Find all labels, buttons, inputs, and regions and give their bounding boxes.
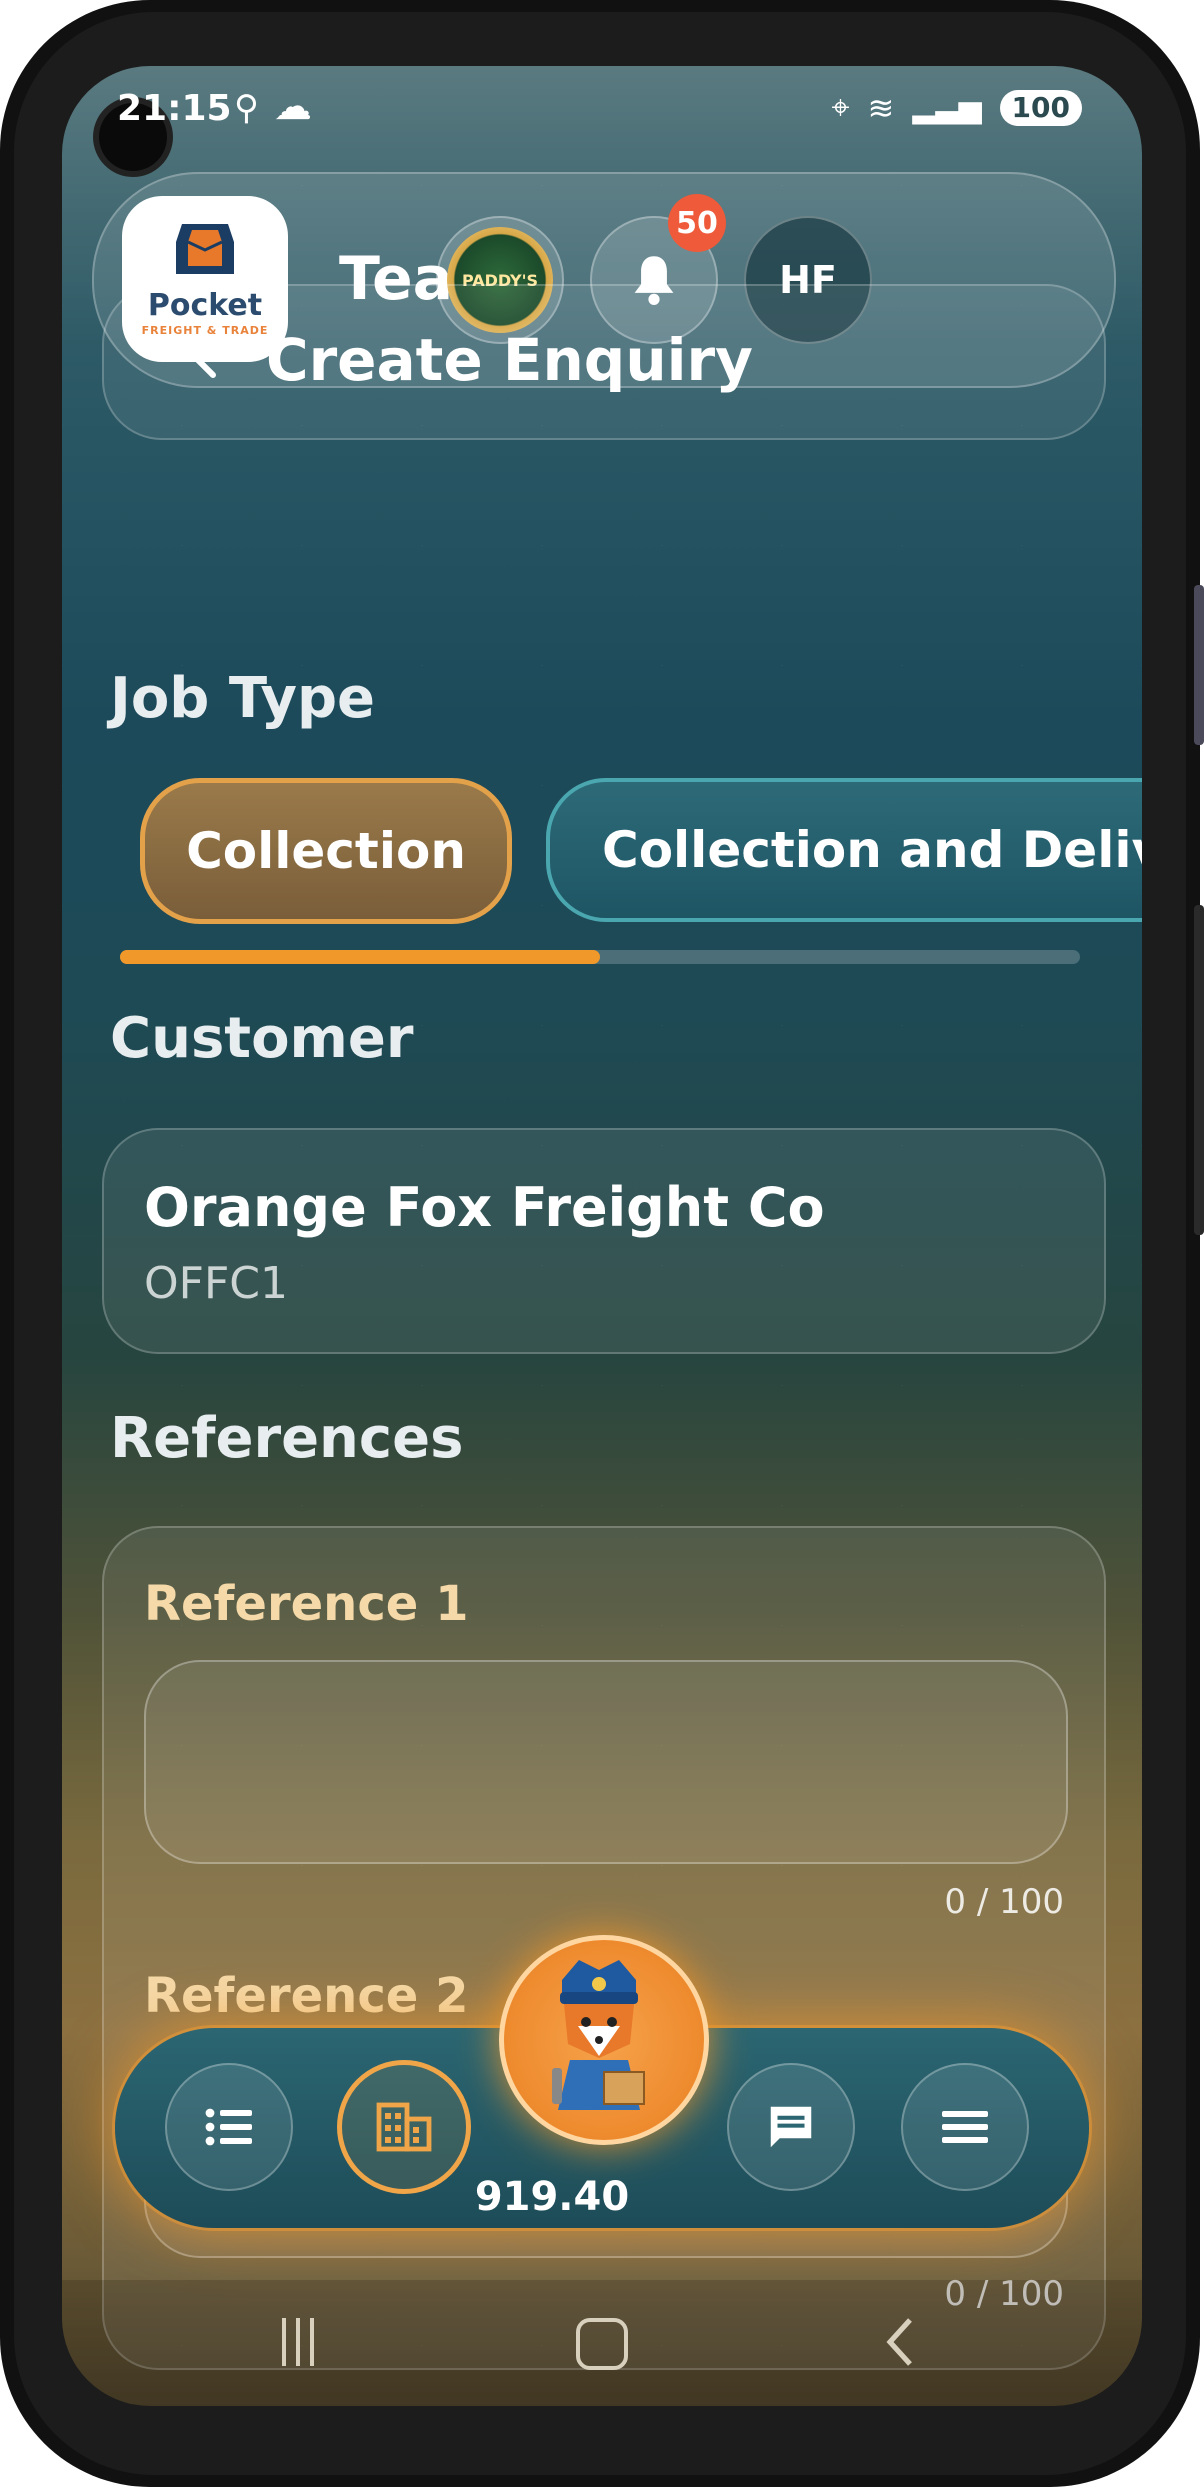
- building-icon: [376, 2102, 432, 2152]
- chat-icon: [770, 2106, 812, 2148]
- nav-building-button[interactable]: [337, 2060, 471, 2194]
- chevron-left-icon: [194, 344, 216, 378]
- battery-indicator: 100: [999, 89, 1082, 126]
- customer-card[interactable]: Orange Fox Freight Co OFFC1: [102, 1128, 1106, 1354]
- page-title: Create Enquiry: [266, 326, 753, 394]
- usb-icon: ⚲: [234, 88, 259, 128]
- list-icon: [205, 2108, 252, 2146]
- fox-mascot-avatar[interactable]: [499, 1935, 709, 2145]
- reference-2-label: Reference 2: [144, 1968, 469, 2024]
- customer-label: Customer: [110, 1006, 414, 1071]
- nav-menu-button[interactable]: [901, 2063, 1029, 2191]
- back-nav-icon[interactable]: [882, 2314, 918, 2370]
- location-icon: ⌖: [831, 88, 850, 126]
- system-navigation-bar: [62, 2266, 1142, 2406]
- chip-label: Collection: [186, 822, 466, 880]
- screen: 21:15 ⚲ ☁ ⌖ ≋ ▂▃▅ 100 Pocket FREIGHT & T…: [62, 66, 1142, 2406]
- reference-1-input[interactable]: [144, 1660, 1068, 1864]
- reference-1-counter: 0 / 100: [944, 1882, 1064, 1922]
- side-button-volume: [1194, 585, 1204, 745]
- menu-icon: [942, 2111, 988, 2143]
- balance-amount: 919.40: [474, 2174, 630, 2220]
- status-bar: 21:15 ⚲ ☁ ⌖ ≋ ▂▃▅ 100: [62, 66, 1142, 171]
- wifi-icon: ≋: [867, 88, 895, 127]
- references-label: References: [110, 1406, 464, 1471]
- customer-name: Orange Fox Freight Co: [144, 1176, 825, 1239]
- home-icon[interactable]: [576, 2318, 628, 2370]
- page-title-bar: Create Enquiry: [102, 284, 1106, 440]
- job-type-option-collection[interactable]: Collection: [140, 778, 512, 924]
- customer-code: OFFC1: [144, 1258, 288, 1309]
- recent-apps-icon[interactable]: [268, 2318, 328, 2368]
- phone-frame: 21:15 ⚲ ☁ ⌖ ≋ ▂▃▅ 100 Pocket FREIGHT & T…: [0, 0, 1204, 2487]
- notification-count-badge: 50: [668, 194, 726, 252]
- nav-chat-button[interactable]: [727, 2063, 855, 2191]
- cube-logo-icon: [176, 224, 234, 274]
- side-button-power: [1194, 905, 1204, 1235]
- job-type-scroll-thumb[interactable]: [120, 950, 600, 964]
- status-icons: ⌖ ≋ ▂▃▅ 100: [831, 88, 1082, 127]
- status-time: 21:15: [117, 88, 232, 129]
- signal-icon: ▂▃▅: [912, 90, 982, 125]
- fox-mascot-icon: [552, 1960, 645, 2110]
- job-type-label: Job Type: [110, 666, 376, 731]
- cloud-icon: ☁: [274, 84, 312, 128]
- back-button[interactable]: [164, 316, 248, 406]
- chip-label: Collection and Delivery: [602, 821, 1142, 879]
- job-type-option-collection-and-delivery[interactable]: Collection and Delivery: [546, 778, 1142, 922]
- nav-list-button[interactable]: [165, 2063, 293, 2191]
- job-type-scrollbar[interactable]: [120, 950, 1080, 964]
- reference-1-label: Reference 1: [144, 1576, 469, 1632]
